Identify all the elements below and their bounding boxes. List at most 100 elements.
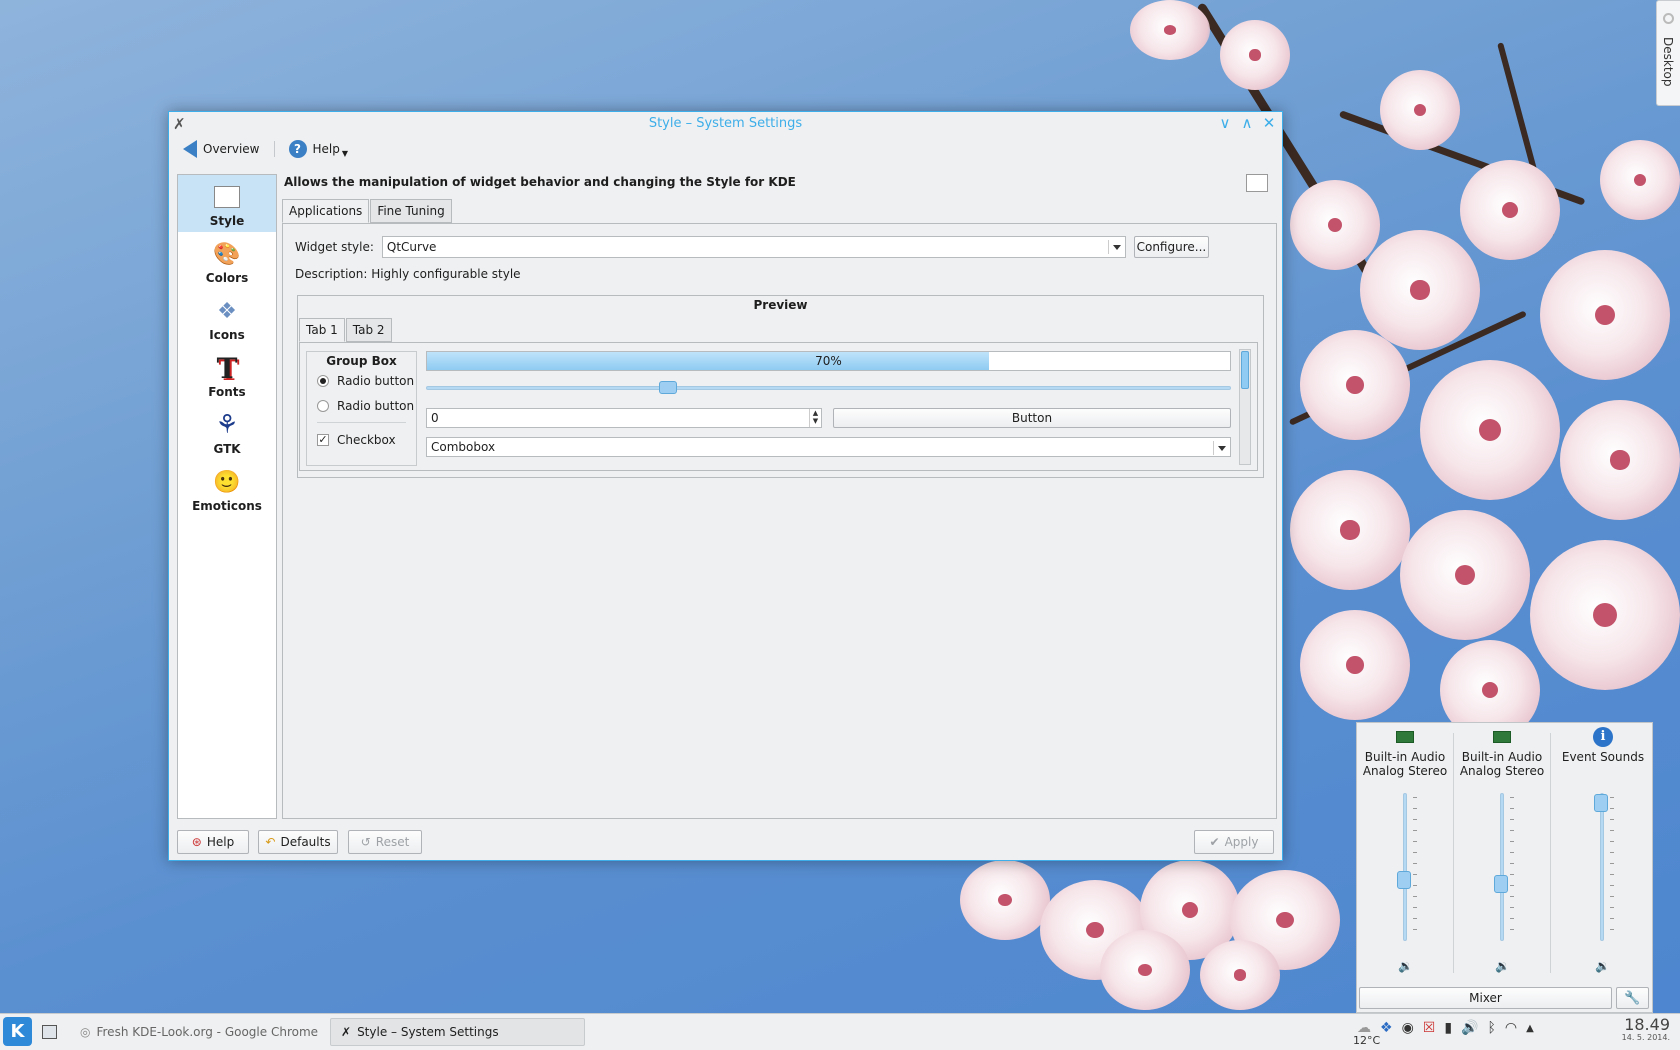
klipper-icon[interactable]: ☒ [1423, 1020, 1436, 1036]
speaker-icon[interactable]: 🔉 [1595, 959, 1610, 973]
spin-value: 0 [431, 411, 439, 425]
configure-button[interactable]: Configure... [1133, 236, 1209, 258]
toolbox-icon [1663, 13, 1674, 24]
help-button[interactable]: ⊛ Help [177, 830, 249, 854]
sidebar-item-emoticons[interactable]: 🙂 Emoticons [178, 460, 276, 517]
radio-indicator [317, 374, 329, 387]
volume-slider-handle[interactable] [1494, 874, 1508, 893]
volume-slider-handle[interactable] [1594, 794, 1608, 812]
sidebar-item-label: GTK [213, 442, 241, 456]
tab-1[interactable]: Tab 1 [299, 318, 345, 342]
volume-slider[interactable] [1594, 793, 1608, 941]
radio-label: Radio button [337, 398, 415, 413]
clock-time: 18.49 [1624, 1015, 1670, 1034]
title-bar[interactable]: ✗ Style – System Settings ∨ ∧ ✕ [169, 112, 1282, 134]
defaults-button[interactable]: ↶ Defaults [258, 830, 338, 854]
toolbar-separator [273, 141, 275, 157]
radio-button-1[interactable]: Radio button [317, 368, 416, 393]
scrollbar-thumb[interactable] [1241, 351, 1249, 389]
sidebar-item-colors[interactable]: 🎨 Colors [178, 232, 276, 289]
maximize-button[interactable]: ∧ [1238, 114, 1256, 132]
bluetooth-icon[interactable]: ᛒ [1488, 1020, 1496, 1036]
sidebar-item-style[interactable]: Style [178, 175, 276, 232]
mixer-button[interactable]: Mixer [1359, 987, 1612, 1009]
overview-button[interactable]: Overview [179, 138, 264, 160]
spin-box[interactable]: 0 ▲ ▼ [426, 408, 822, 428]
dropbox-icon[interactable]: ❖ [1380, 1020, 1393, 1036]
reset-button-label: Reset [375, 835, 410, 849]
wrench-icon[interactable]: 🔧 [1616, 987, 1649, 1009]
apply-button[interactable]: ✔ Apply [1194, 830, 1274, 854]
help-buoy-icon: ⊛ [191, 835, 202, 849]
dropdown-arrow-icon: ▼ [341, 148, 349, 158]
channel-separator [1550, 733, 1551, 973]
tab-2[interactable]: Tab 2 [345, 318, 392, 342]
system-tray: ☁ ❖ ◉ ☒ ▮ 🔊 ᛒ ◠ ▲ [1357, 1020, 1534, 1036]
emoticons-icon: 🙂 [213, 469, 241, 495]
digital-clock[interactable]: 18.49 14. 5. 2014. [1622, 1015, 1670, 1042]
help-menu-button[interactable]: ? Help ▼ [285, 138, 353, 160]
volume-mixer-popup: Built-in Audio Analog Stereo 🔉 Built-in A… [1356, 722, 1653, 1013]
help-button-label: Help [206, 835, 235, 849]
help-icon: ? [288, 140, 307, 158]
speaker-icon[interactable]: 🔉 [1398, 959, 1413, 973]
tab-applications[interactable]: Applications [282, 199, 370, 223]
toolbar: Overview ? Help ▼ [169, 134, 1282, 164]
device-notifier-icon[interactable]: ▮ [1444, 1020, 1452, 1036]
radio-button-2[interactable]: Radio button [317, 393, 416, 418]
group-box: Group Box Radio button Radio button ✓ Ch… [306, 351, 417, 466]
volume-slider[interactable] [1397, 793, 1411, 941]
mixer-channel: Built-in Audio Analog Stereo 🔉 [1357, 723, 1453, 983]
reset-button[interactable]: ↺ Reset [348, 830, 422, 854]
progress-text: 70% [815, 354, 842, 368]
wifi-icon[interactable]: ◠ [1505, 1020, 1517, 1036]
pager-icon[interactable] [42, 1025, 57, 1039]
tab-fine-tuning[interactable]: Fine Tuning [370, 199, 452, 223]
horizontal-slider[interactable] [426, 381, 1231, 394]
checkbox[interactable]: ✓ Checkbox [317, 427, 416, 452]
sidebar-item-gtk[interactable]: ⚘ GTK [178, 403, 276, 460]
task-system-settings[interactable]: ✗ Style – System Settings [330, 1018, 585, 1046]
steam-icon[interactable]: ◉ [1402, 1020, 1414, 1036]
combobox-value: Combobox [431, 440, 496, 454]
task-label: Style – System Settings [357, 1025, 499, 1039]
channel-label: Built-in Audio Analog Stereo [1362, 750, 1448, 778]
chevron-down-icon [1107, 240, 1122, 254]
fonts-icon: T [216, 351, 238, 385]
desktop-toolbox-tab[interactable]: Desktop [1656, 0, 1680, 106]
tray-expand-icon[interactable]: ▲ [1526, 1023, 1534, 1034]
volume-slider[interactable] [1494, 793, 1508, 941]
volume-icon[interactable]: 🔊 [1461, 1020, 1478, 1036]
sidebar-item-icons[interactable]: ❖ Icons [178, 289, 276, 346]
task-chrome[interactable]: ◎ Fresh KDE-Look.org - Google Chrome [70, 1018, 320, 1046]
widget-style-label: Widget style: [295, 240, 374, 254]
sidebar-item-fonts[interactable]: T Fonts [178, 346, 276, 403]
defaults-icon: ↶ [265, 835, 276, 849]
close-button[interactable]: ✕ [1260, 114, 1278, 132]
vertical-scrollbar[interactable] [1239, 349, 1251, 465]
widget-style-value: QtCurve [386, 240, 437, 254]
checkmark-icon: ✓ [317, 432, 329, 446]
mixer-channel: i Event Sounds 🔉 [1555, 723, 1651, 983]
volume-ticks [1510, 797, 1514, 937]
sidebar-item-label: Style [209, 214, 245, 228]
sound-card-icon [1493, 731, 1511, 743]
preview-tabs: Tab 1 Tab 2 [299, 318, 393, 342]
clock-date: 14. 5. 2014. [1621, 1033, 1670, 1042]
sidebar-item-label: Icons [209, 328, 245, 342]
kde-launcher-button[interactable]: K [3, 1017, 32, 1046]
preview-button[interactable]: Button [833, 408, 1231, 428]
sidebar-item-label: Colors [205, 271, 249, 285]
speaker-icon[interactable]: 🔉 [1495, 959, 1510, 973]
minimize-button[interactable]: ∨ [1216, 114, 1234, 132]
chrome-icon: ◎ [80, 1025, 91, 1039]
weather-cloud-icon[interactable]: ☁ [1357, 1020, 1371, 1036]
radio-label: Radio button [337, 373, 415, 388]
slider-handle[interactable] [658, 381, 677, 394]
tools-icon: ✗ [341, 1025, 352, 1039]
spin-arrows-icon[interactable]: ▲ ▼ [809, 409, 821, 427]
module-tabs: Applications Fine Tuning [282, 199, 453, 223]
volume-slider-handle[interactable] [1397, 870, 1411, 889]
widget-style-combobox[interactable]: QtCurve [381, 236, 1126, 258]
preview-combobox[interactable]: Combobox [426, 437, 1231, 457]
